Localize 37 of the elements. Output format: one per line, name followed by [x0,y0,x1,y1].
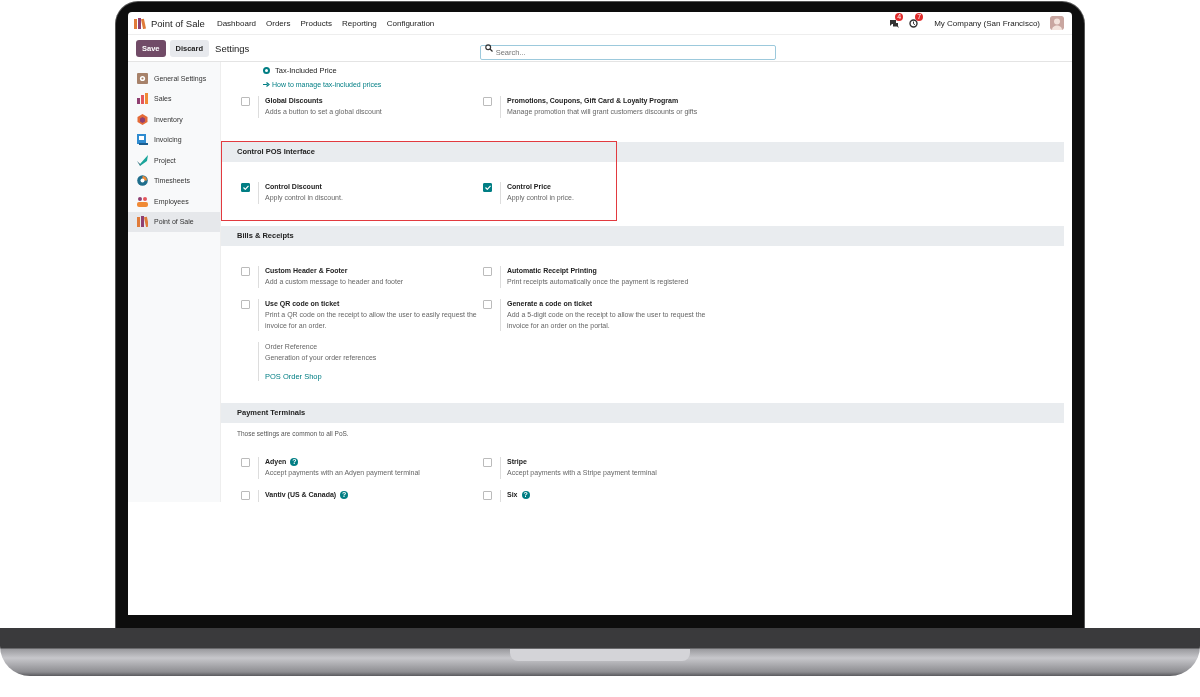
checkbox[interactable] [483,183,492,192]
checkbox[interactable] [241,183,250,192]
document-icon [137,134,148,146]
checkbox[interactable] [241,491,250,500]
checkbox[interactable] [241,458,250,467]
checkbox[interactable] [241,267,250,276]
radio-button[interactable] [263,66,270,74]
hexagon-icon [137,113,148,125]
checkbox[interactable] [483,97,492,106]
books-icon [137,216,148,228]
menu-item[interactable]: Reporting [342,18,377,28]
chat-icon [889,18,900,28]
bar-chart-icon [137,93,148,105]
menu-item[interactable]: Orders [266,18,291,28]
checkbox[interactable] [483,267,492,276]
menu-item[interactable]: Configuration [386,18,435,28]
checkbox[interactable] [483,300,492,309]
arrow-icon [263,82,270,87]
menu-item[interactable]: Dashboard [216,18,256,28]
breadcrumb: Settings [215,42,250,54]
company-switcher[interactable]: My Company (San Francisco) [934,18,1040,28]
app-name[interactable]: Point of Sale [151,17,205,29]
avatar-icon [1050,16,1064,30]
checkmark-icon [137,154,148,166]
checkbox[interactable] [483,491,492,500]
clock-icon [909,18,919,28]
search-icon [484,44,493,52]
check-icon [484,185,491,190]
gear-icon [137,72,148,84]
menu-item[interactable]: Products [300,18,333,28]
checkbox[interactable] [483,458,492,467]
books-icon [134,17,146,29]
stopwatch-icon [137,175,148,187]
people-icon [137,195,148,207]
checkbox[interactable] [241,300,250,309]
check-icon [242,185,249,190]
checkbox[interactable] [241,97,250,106]
